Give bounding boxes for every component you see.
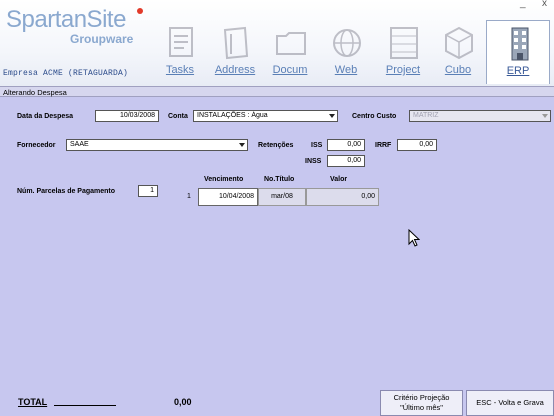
data-despesa-field[interactable]: 10/03/2008 — [95, 110, 159, 122]
nav-cubo[interactable]: Cubo — [426, 20, 490, 82]
folder-icon — [276, 32, 306, 55]
inss-field[interactable]: 0,00 — [327, 155, 365, 167]
esc-save-button[interactable]: ESC - Volta e Grava — [466, 390, 554, 416]
inss-label: INSS — [305, 158, 322, 165]
nav-docum-label: Docum — [272, 64, 308, 76]
irrf-label: IRRF — [375, 142, 392, 149]
brand-logo: SpartanSite — [6, 6, 126, 33]
data-despesa-label: Data da Despesa — [17, 113, 74, 120]
parcelas-label: Núm. Parcelas de Pagamento — [17, 188, 116, 195]
nav-web[interactable]: Web — [314, 20, 378, 82]
criterio-projecao-button[interactable]: Critério Projeção "Último mês" — [380, 390, 463, 416]
centro-custo-label: Centro Custo — [352, 113, 397, 120]
total-label: TOTAL — [18, 397, 48, 407]
centro-custo-select[interactable]: MATRIZ — [409, 110, 551, 122]
header-vencimento: Vencimento — [204, 176, 244, 183]
centro-custo-value: MATRIZ — [413, 112, 439, 119]
header-titulo: No.Título — [264, 176, 295, 183]
fornecedor-value: SAAE — [70, 141, 89, 148]
conta-select[interactable]: INSTALAÇÕES : Água — [193, 110, 338, 122]
conta-label: Conta — [168, 113, 188, 120]
address-book-icon — [223, 26, 249, 60]
close-button[interactable]: x — [542, 0, 547, 9]
criterio-line2: "Último mês" — [400, 403, 443, 412]
tasks-icon — [169, 27, 193, 57]
fornecedor-label: Fornecedor — [17, 142, 56, 149]
nav-docum[interactable]: Docum — [258, 20, 322, 82]
mouse-cursor-icon — [408, 229, 420, 247]
cube-icon — [445, 26, 473, 60]
header-valor: Valor — [330, 176, 348, 183]
brand-subtitle: Groupware — [70, 32, 134, 46]
status-text: Alterando Despesa — [3, 88, 67, 97]
globe-icon — [333, 29, 361, 57]
chevron-down-icon — [329, 114, 335, 118]
fornecedor-select[interactable]: SAAE — [66, 139, 248, 151]
total-value: 0,00 — [174, 397, 192, 407]
iss-field[interactable]: 0,00 — [327, 139, 365, 151]
valor-cell[interactable]: 0,00 — [306, 188, 379, 206]
nav-cubo-label: Cubo — [444, 64, 472, 76]
nav-erp-label: ERP — [506, 65, 530, 77]
iss-label: ISS — [311, 142, 323, 149]
minimize-button[interactable]: _ — [520, 0, 526, 9]
irrf-field[interactable]: 0,00 — [397, 139, 437, 151]
chevron-down-icon — [239, 143, 245, 147]
brand-dot — [137, 8, 143, 14]
criterio-line1: Critério Projeção — [393, 393, 450, 402]
retencoes-label: Retenções — [258, 142, 294, 149]
company-name: Empresa ACME (RETAGUARDA) — [3, 69, 129, 78]
total-divider — [54, 405, 116, 406]
chevron-down-icon — [542, 114, 548, 118]
vencimento-cell[interactable]: 10/04/2008 — [198, 188, 258, 206]
nav-erp[interactable]: ERP — [486, 20, 550, 84]
building-icon — [511, 27, 529, 61]
nav-web-label: Web — [334, 64, 358, 76]
app-header: SpartanSite Groupware Empresa ACME (RETA… — [0, 0, 554, 86]
parcelas-field[interactable]: 1 — [138, 185, 158, 197]
titulo-cell[interactable]: mar/08 — [258, 188, 306, 206]
status-bar: Alterando Despesa — [0, 86, 554, 97]
row-number: 1 — [187, 193, 191, 200]
project-icon — [390, 27, 418, 59]
conta-value: INSTALAÇÕES : Água — [197, 112, 268, 119]
